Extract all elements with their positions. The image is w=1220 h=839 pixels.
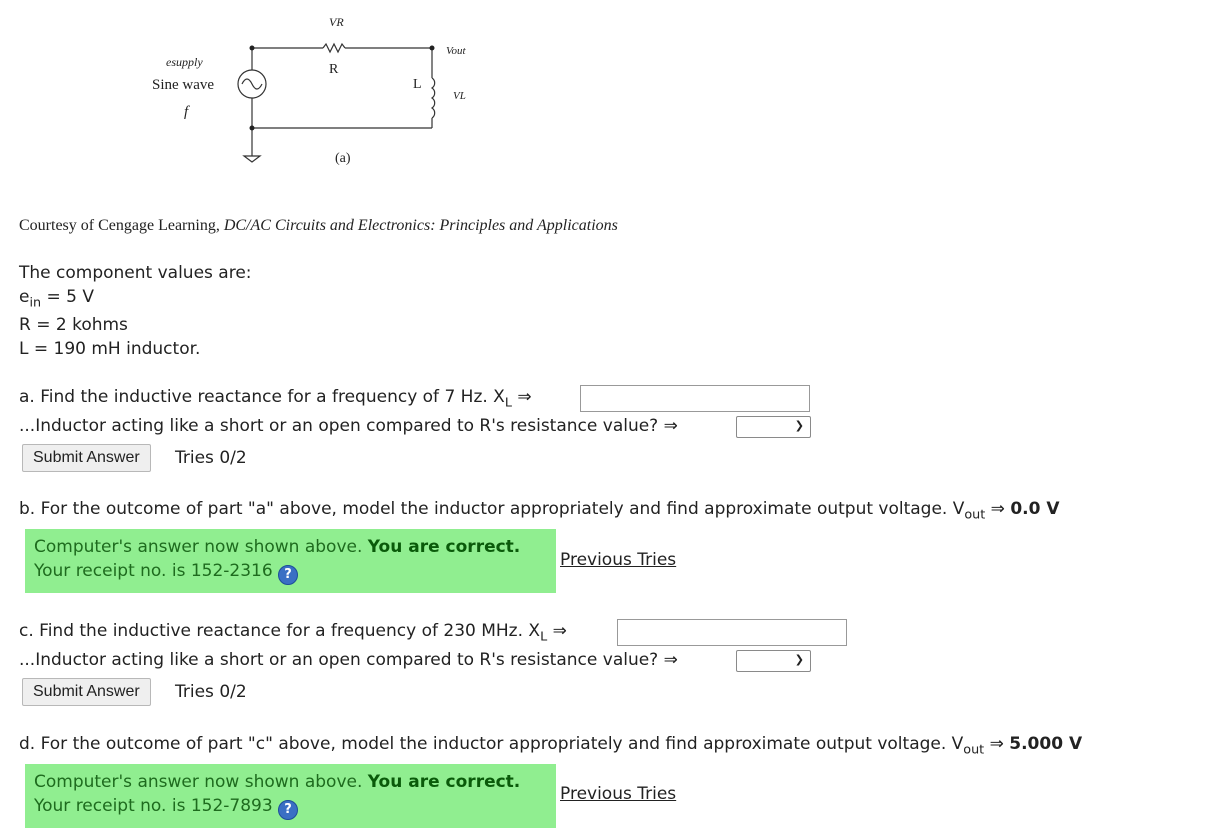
- wave-label: Sine wave: [152, 77, 214, 93]
- part-a-reactance-input[interactable]: [580, 385, 810, 412]
- ein-value: ein = 5 V: [19, 287, 94, 311]
- l-label: L: [413, 77, 422, 92]
- part-d-receipt: Your receipt no. is 152-7893: [34, 796, 279, 816]
- part-d-question: d. For the outcome of part "c" above, mo…: [19, 734, 1083, 758]
- vout-label: Vout: [446, 45, 467, 57]
- l-value: L = 190 mH inductor.: [19, 339, 201, 359]
- part-b-correct-banner: Computer's answer now shown above. You a…: [25, 529, 556, 593]
- figure-caption: (a): [335, 151, 351, 166]
- part-c-tries: Tries 0/2: [175, 682, 247, 702]
- part-b-answer: 0.0 V: [1010, 499, 1060, 519]
- part-b-previous-tries-link[interactable]: Previous Tries: [560, 550, 676, 570]
- part-a-short-open-select[interactable]: ❯: [736, 416, 811, 438]
- part-c-short-open-prompt: ...Inductor acting like a short or an op…: [19, 650, 678, 670]
- part-a-tries: Tries 0/2: [175, 448, 247, 468]
- r-value: R = 2 kohms: [19, 315, 128, 335]
- part-c-reactance-input[interactable]: [617, 619, 847, 646]
- chevron-down-icon: ❯: [794, 653, 804, 666]
- supply-label: esupply: [166, 55, 203, 69]
- figure-credit: Courtesy of Cengage Learning, DC/AC Circ…: [19, 217, 618, 234]
- part-a-submit-button[interactable]: Submit Answer: [22, 444, 151, 472]
- vl-label: VL: [453, 90, 466, 102]
- circuit-diagram: VR Vout esupply Sine wave f R L VL (a): [152, 15, 467, 166]
- freq-label: f: [184, 104, 190, 120]
- part-d-answer: 5.000 V: [1009, 734, 1083, 754]
- part-a-question: a. Find the inductive reactance for a fr…: [19, 387, 532, 411]
- part-c-submit-button[interactable]: Submit Answer: [22, 678, 151, 706]
- part-b-question: b. For the outcome of part "a" above, mo…: [19, 499, 1060, 523]
- part-c-question: c. Find the inductive reactance for a fr…: [19, 621, 567, 645]
- part-d-previous-tries-link[interactable]: Previous Tries: [560, 784, 676, 804]
- help-icon[interactable]: ?: [278, 800, 299, 820]
- chevron-down-icon: ❯: [794, 419, 804, 432]
- part-d-correct-banner: Computer's answer now shown above. You a…: [25, 764, 556, 828]
- part-a-short-open-prompt: ...Inductor acting like a short or an op…: [19, 416, 678, 436]
- part-c-short-open-select[interactable]: ❯: [736, 650, 811, 672]
- part-b-receipt: Your receipt no. is 152-2316: [34, 561, 279, 581]
- components-heading: The component values are:: [19, 263, 252, 283]
- help-icon[interactable]: ?: [278, 565, 299, 585]
- r-label: R: [329, 62, 339, 77]
- vr-label: VR: [329, 15, 344, 29]
